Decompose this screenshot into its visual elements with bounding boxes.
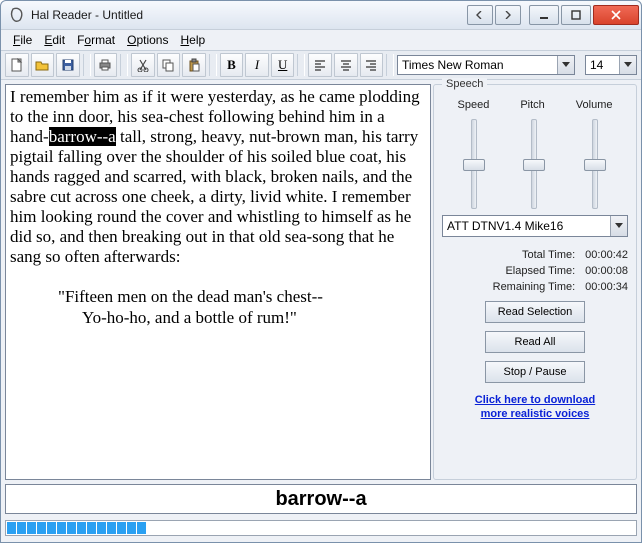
read-selection-button[interactable]: Read Selection bbox=[485, 301, 585, 323]
progress-segment bbox=[57, 522, 66, 534]
font-name-value: Times New Roman bbox=[398, 58, 557, 72]
progress-segment bbox=[67, 522, 76, 534]
app-window: Hal Reader - Untitled File Edit Format O… bbox=[0, 0, 642, 543]
underline-button[interactable]: U bbox=[271, 53, 295, 77]
progress-segment bbox=[17, 522, 26, 534]
window-title: Hal Reader - Untitled bbox=[31, 8, 465, 22]
remaining-time-value: 00:00:34 bbox=[585, 281, 628, 293]
menu-help[interactable]: Help bbox=[174, 32, 211, 48]
total-time-value: 00:00:42 bbox=[585, 249, 628, 261]
remaining-time-label: Remaining Time: bbox=[493, 281, 576, 293]
volume-label: Volume bbox=[576, 99, 613, 111]
voice-select[interactable]: ATT DTNV1.4 Mike16 bbox=[442, 215, 628, 237]
total-time-label: Total Time: bbox=[493, 249, 576, 261]
elapsed-time-value: 00:00:08 bbox=[585, 265, 628, 277]
chevron-down-icon bbox=[619, 56, 636, 74]
cut-button[interactable] bbox=[131, 53, 155, 77]
progress-segment bbox=[7, 522, 16, 534]
download-voices-link[interactable]: Click here to download more realistic vo… bbox=[442, 393, 628, 422]
app-icon bbox=[9, 7, 25, 23]
align-right-button[interactable] bbox=[360, 53, 384, 77]
voice-value: ATT DTNV1.4 Mike16 bbox=[443, 219, 610, 233]
speech-panel: Speech Speed Pitch Volume bbox=[433, 84, 637, 480]
new-button[interactable] bbox=[5, 53, 29, 77]
main-body: I remember him as if it were yesterday, … bbox=[1, 80, 641, 480]
text-editor[interactable]: I remember him as if it were yesterday, … bbox=[5, 84, 431, 480]
open-button[interactable] bbox=[31, 53, 55, 77]
speed-slider[interactable] bbox=[463, 119, 483, 207]
progress-segment bbox=[47, 522, 56, 534]
font-size-value: 14 bbox=[586, 58, 619, 72]
titlebar: Hal Reader - Untitled bbox=[1, 1, 641, 30]
speed-label: Speed bbox=[458, 99, 490, 111]
menu-file[interactable]: File bbox=[7, 32, 38, 48]
bold-button[interactable]: B bbox=[220, 53, 244, 77]
save-button[interactable] bbox=[56, 53, 80, 77]
copy-button[interactable] bbox=[157, 53, 181, 77]
progress-segment bbox=[107, 522, 116, 534]
speech-legend: Speech bbox=[442, 78, 487, 90]
maximize-button[interactable] bbox=[561, 5, 591, 25]
elapsed-time-label: Elapsed Time: bbox=[493, 265, 576, 277]
align-center-button[interactable] bbox=[334, 53, 358, 77]
titlebar-buttons bbox=[465, 5, 641, 25]
menu-edit[interactable]: Edit bbox=[38, 32, 71, 48]
pitch-label: Pitch bbox=[520, 99, 544, 111]
pitch-slider[interactable] bbox=[523, 119, 543, 207]
speech-group: Speech Speed Pitch Volume bbox=[433, 84, 637, 480]
volume-slider[interactable] bbox=[584, 119, 604, 207]
progress-segment bbox=[37, 522, 46, 534]
chevron-down-icon bbox=[610, 216, 627, 236]
progress-segment bbox=[27, 522, 36, 534]
chevron-down-icon bbox=[557, 56, 574, 74]
progress-segment bbox=[77, 522, 86, 534]
toolbar: B I U Times New Roman 14 bbox=[1, 51, 641, 80]
close-button[interactable] bbox=[593, 5, 639, 25]
progress-segment bbox=[97, 522, 106, 534]
menu-format[interactable]: Format bbox=[71, 32, 121, 48]
stop-pause-button[interactable]: Stop / Pause bbox=[485, 361, 585, 383]
quote-line: Yo-ho-ho, and a bottle of rum!" bbox=[82, 308, 426, 328]
print-button[interactable] bbox=[94, 53, 118, 77]
quote-line: "Fifteen men on the dead man's chest-- bbox=[58, 287, 426, 307]
current-word-display: barrow--a bbox=[5, 484, 637, 514]
titlebar-next-button[interactable] bbox=[495, 5, 521, 25]
font-size-select[interactable]: 14 bbox=[585, 55, 637, 75]
sliders-row: Speed Pitch Volume bbox=[442, 99, 628, 207]
font-name-select[interactable]: Times New Roman bbox=[397, 55, 575, 75]
italic-button[interactable]: I bbox=[245, 53, 269, 77]
progress-segment bbox=[127, 522, 136, 534]
titlebar-prev-button[interactable] bbox=[467, 5, 493, 25]
progress-segment bbox=[137, 522, 146, 534]
document-text: I remember him as if it were yesterday, … bbox=[10, 87, 426, 328]
progress-bar bbox=[5, 520, 637, 536]
highlighted-word: barrow--a bbox=[49, 127, 116, 146]
progress-segment bbox=[87, 522, 96, 534]
progress-segment bbox=[117, 522, 126, 534]
read-all-button[interactable]: Read All bbox=[485, 331, 585, 353]
text-segment: tall, strong, heavy, nut-brown man, his … bbox=[10, 127, 418, 266]
menubar: File Edit Format Options Help bbox=[1, 30, 641, 51]
time-readout: Total Time: 00:00:42 Elapsed Time: 00:00… bbox=[442, 249, 628, 293]
menu-options[interactable]: Options bbox=[121, 32, 174, 48]
paste-button[interactable] bbox=[182, 53, 206, 77]
align-left-button[interactable] bbox=[308, 53, 332, 77]
minimize-button[interactable] bbox=[529, 5, 559, 25]
